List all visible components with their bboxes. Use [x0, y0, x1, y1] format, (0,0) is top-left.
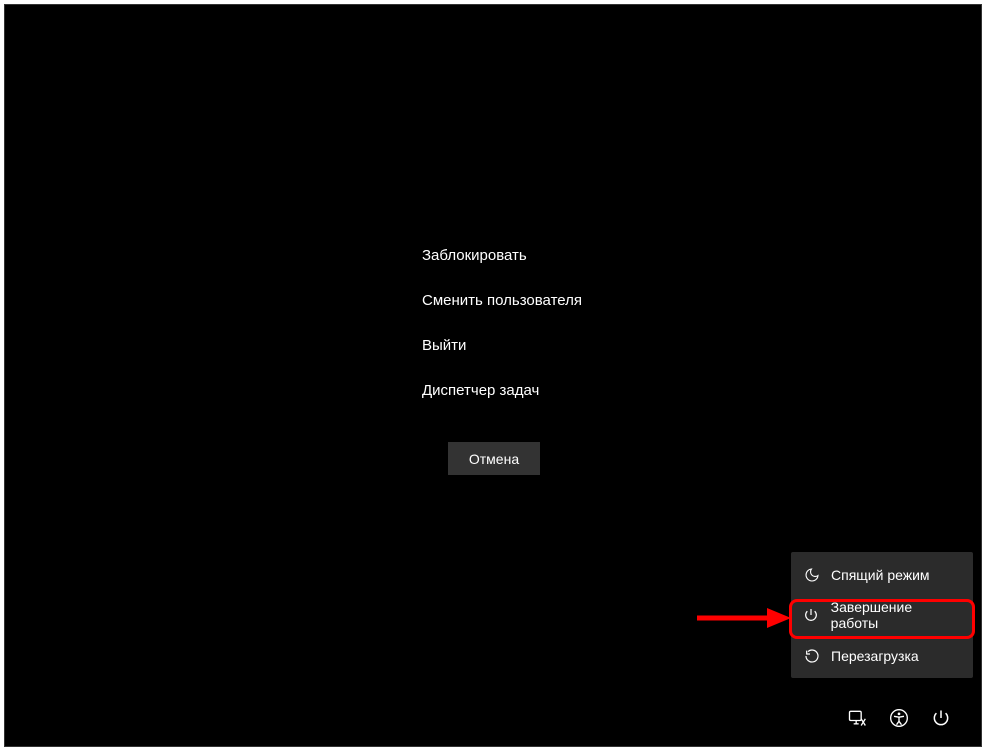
restart-label: Перезагрузка — [831, 648, 919, 664]
power-tray-icon[interactable] — [931, 708, 951, 728]
bottom-tray — [847, 708, 951, 728]
shutdown-label: Завершение работы — [831, 599, 961, 631]
power-icon — [803, 607, 820, 624]
switch-user-option[interactable]: Сменить пользователя — [422, 282, 682, 319]
shutdown-option[interactable]: Завершение работы — [791, 591, 973, 639]
annotation-arrow-icon — [695, 605, 791, 631]
restart-icon — [803, 647, 820, 664]
sign-out-option[interactable]: Выйти — [422, 327, 682, 364]
security-options-menu: Заблокировать Сменить пользователя Выйти… — [422, 237, 682, 417]
power-menu-popup: Спящий режим Завершение работы Перезагру… — [791, 552, 973, 678]
accessibility-icon[interactable] — [889, 708, 909, 728]
cancel-button[interactable]: Отмена — [448, 442, 540, 475]
restart-option[interactable]: Перезагрузка — [791, 639, 973, 672]
sleep-label: Спящий режим — [831, 567, 930, 583]
moon-icon — [803, 566, 820, 583]
network-icon[interactable] — [847, 708, 867, 728]
task-manager-option[interactable]: Диспетчер задач — [422, 372, 682, 409]
lock-option[interactable]: Заблокировать — [422, 237, 682, 274]
sleep-option[interactable]: Спящий режим — [791, 558, 973, 591]
lock-options-screen: Заблокировать Сменить пользователя Выйти… — [4, 4, 982, 747]
